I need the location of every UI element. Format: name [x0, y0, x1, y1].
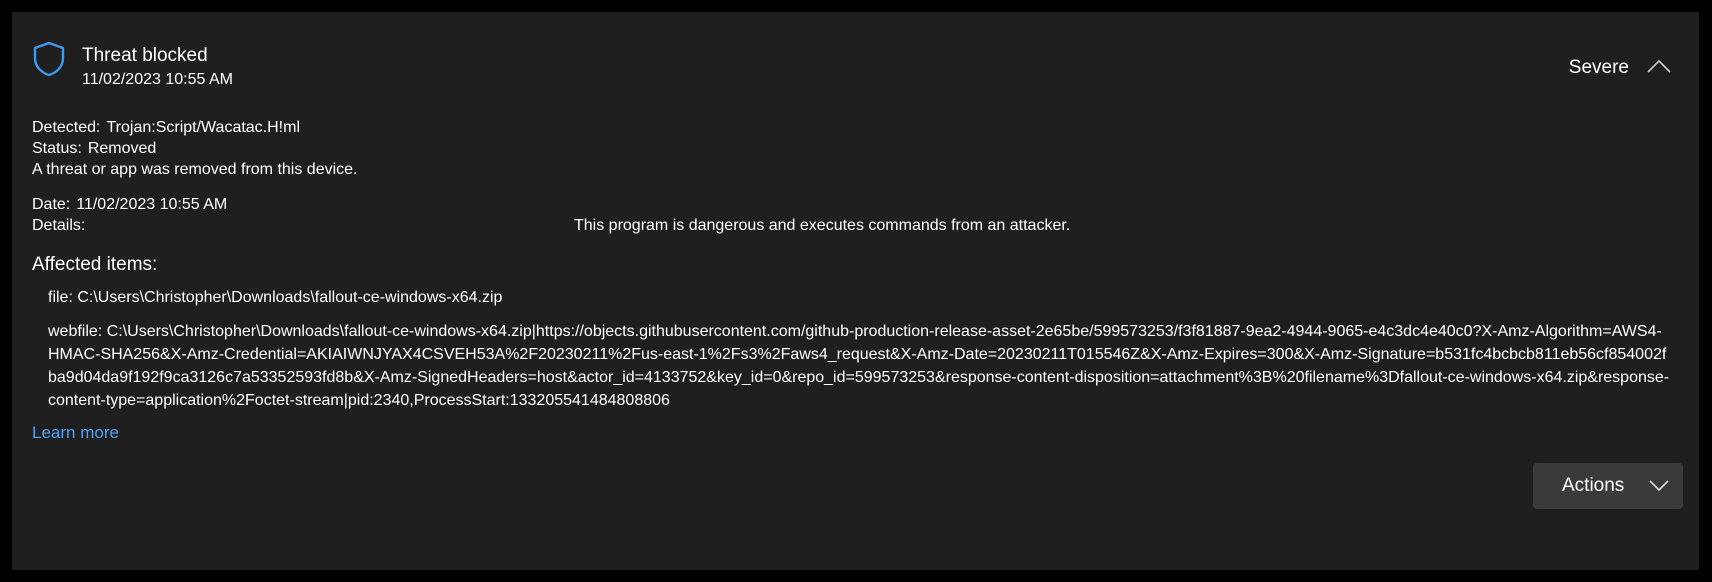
shield-icon	[33, 41, 65, 77]
threat-card: Threat blocked 11/02/2023 10:55 AM Sever…	[12, 12, 1699, 570]
affected-item-webfile: webfile: C:\Users\Christopher\Downloads\…	[48, 323, 1670, 409]
affected-items-heading: Affected items:	[32, 254, 158, 275]
chevron-up-icon[interactable]	[1644, 52, 1674, 82]
card-timestamp: 11/02/2023 10:55 AM	[82, 71, 233, 88]
actions-button[interactable]: Actions	[1533, 463, 1683, 509]
chevron-down-icon	[1649, 480, 1669, 492]
status-value: Removed	[87, 140, 157, 157]
date-value: 11/02/2023 10:55 AM	[76, 196, 228, 213]
card-title: Threat blocked	[82, 45, 208, 66]
date-row: Date: 11/02/2023 10:55 AM	[32, 196, 227, 214]
detected-label: Detected:	[32, 119, 101, 136]
severity-label: Severe	[1568, 57, 1629, 78]
details-label: Details:	[32, 217, 86, 234]
affected-item-file: file: C:\Users\Christopher\Downloads\fal…	[48, 289, 503, 306]
date-label: Date:	[32, 196, 71, 213]
status-label: Status:	[32, 140, 82, 157]
status-row: Status: Removed	[32, 140, 156, 158]
detected-row: Detected: Trojan:Script/Wacatac.H!ml	[32, 119, 300, 137]
learn-more-link[interactable]: Learn more	[32, 423, 119, 443]
actions-label: Actions	[1562, 475, 1625, 496]
detected-value: Trojan:Script/Wacatac.H!ml	[106, 119, 301, 136]
details-value: This program is dangerous and executes c…	[574, 217, 1071, 234]
removal-message: A threat or app was removed from this de…	[32, 161, 358, 178]
